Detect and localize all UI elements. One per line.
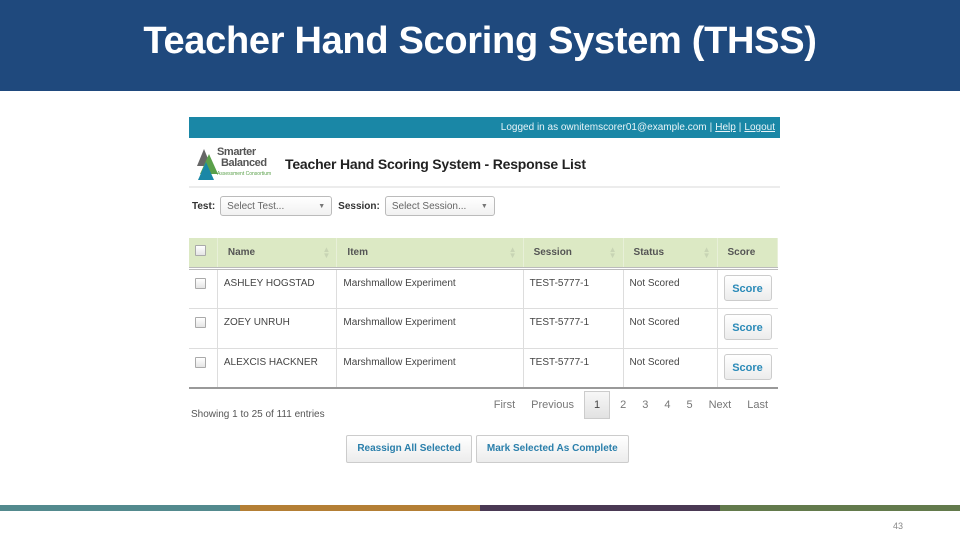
app-title: Teacher Hand Scoring System - Response L…: [285, 156, 586, 172]
pagination-previous[interactable]: Previous: [531, 399, 574, 411]
logout-link[interactable]: Logout: [744, 122, 775, 133]
pagination-first[interactable]: First: [494, 399, 515, 411]
sort-icon: ▲ ▼: [322, 245, 331, 260]
score-button[interactable]: Score: [723, 274, 772, 301]
footer-bar-orange: [240, 505, 480, 511]
footer-bar-teal: [0, 505, 240, 511]
smarter-balanced-logo: Smarter Balanced Assessment Consortium: [195, 146, 275, 182]
cell-name: ZOEY UNRUH: [217, 308, 338, 348]
slide-header: Teacher Hand Scoring System (THSS): [0, 0, 960, 91]
cell-session: TEST-5777-1: [523, 348, 624, 388]
test-label: Test:: [192, 200, 216, 212]
cell-item: Marshmallow Experiment: [336, 268, 524, 308]
cell-name: ASHLEY HOGSTAD: [217, 268, 338, 308]
row-checkbox[interactable]: [195, 356, 206, 368]
cell-status: Not Scored: [623, 308, 718, 348]
test-select[interactable]: Select Test... ▼: [220, 196, 333, 216]
footer-bar-purple: [480, 505, 720, 511]
column-header-name[interactable]: Name ▲ ▼: [217, 238, 338, 268]
app-screenshot: Logged in as ownitemscorer01@example.com…: [189, 117, 780, 487]
cell-item: Marshmallow Experiment: [336, 348, 524, 388]
separator: |: [738, 122, 742, 133]
logo-line-2: Balanced: [221, 157, 267, 169]
score-button[interactable]: Score: [723, 313, 772, 340]
cell-name: ALEXCIS HACKNER: [217, 348, 338, 388]
sort-icon: ▲ ▼: [508, 245, 517, 260]
cell-session: TEST-5777-1: [523, 308, 624, 348]
sort-icon: ▲ ▼: [608, 245, 617, 260]
footer-bar-green: [720, 505, 960, 511]
table-footer: Showing 1 to 25 of 111 entries First Pre…: [189, 389, 780, 421]
pagination-next[interactable]: Next: [709, 399, 732, 411]
cell-item: Marshmallow Experiment: [336, 308, 524, 348]
chevron-down-icon: ▼: [318, 202, 326, 210]
pagination-page-3[interactable]: 3: [642, 399, 648, 411]
session-select-value: Select Session...: [391, 200, 467, 212]
row-checkbox[interactable]: [195, 316, 206, 328]
logo-line-3: Assessment Consortium: [217, 171, 272, 177]
slide-title: Teacher Hand Scoring System (THSS): [143, 20, 817, 62]
separator: |: [709, 122, 713, 133]
select-all-cell: [189, 238, 218, 268]
entries-info: Showing 1 to 25 of 111 entries: [191, 409, 325, 420]
app-topbar: Logged in as ownitemscorer01@example.com…: [189, 117, 780, 138]
slide-number: 43: [893, 521, 904, 531]
pagination-page-1[interactable]: 1: [583, 391, 611, 419]
filters-bar: Test: Select Test... ▼ Session: Select S…: [189, 188, 780, 224]
pagination-page-4[interactable]: 4: [664, 399, 670, 411]
pagination-last[interactable]: Last: [747, 399, 768, 411]
table-header-row: Name ▲ ▼ Item ▲ ▼ Session ▲ ▼ Status ▲ ▼ Sco…: [189, 238, 778, 268]
table-row: ASHLEY HOGSTAD Marshmallow Experiment TE…: [189, 268, 778, 308]
logged-in-text: Logged in as ownitemscorer01@example.com: [500, 122, 707, 133]
pagination-page-2[interactable]: 2: [620, 399, 626, 411]
table-row: ZOEY UNRUH Marshmallow Experiment TEST-5…: [189, 308, 778, 348]
bulk-actions: Reassign All Selected Mark Selected As C…: [189, 435, 780, 463]
column-header-item[interactable]: Item ▲ ▼: [336, 238, 524, 268]
pagination: First Previous 1 2 3 4 5 Next Last: [486, 389, 776, 421]
help-link[interactable]: Help: [715, 122, 736, 133]
mark-selected-complete-button[interactable]: Mark Selected As Complete: [475, 435, 629, 463]
score-button[interactable]: Score: [723, 353, 772, 380]
session-label: Session:: [338, 200, 380, 212]
cell-session: TEST-5777-1: [523, 268, 624, 308]
chevron-down-icon: ▼: [480, 202, 488, 210]
cell-status: Not Scored: [623, 348, 718, 388]
session-select[interactable]: Select Session... ▼: [384, 196, 495, 216]
cell-status: Not Scored: [623, 268, 718, 308]
column-header-score: Score: [717, 238, 778, 268]
row-checkbox[interactable]: [195, 277, 206, 289]
select-all-checkbox[interactable]: [195, 245, 206, 257]
pagination-page-5[interactable]: 5: [686, 399, 692, 411]
sort-icon: ▲ ▼: [702, 245, 711, 260]
column-header-session[interactable]: Session ▲ ▼: [523, 238, 624, 268]
reassign-all-selected-button[interactable]: Reassign All Selected: [346, 435, 472, 463]
test-select-value: Select Test...: [227, 200, 285, 212]
response-table: Name ▲ ▼ Item ▲ ▼ Session ▲ ▼ Status ▲ ▼ Sco…: [189, 238, 778, 389]
column-header-status[interactable]: Status ▲ ▼: [623, 238, 718, 268]
table-row: ALEXCIS HACKNER Marshmallow Experiment T…: [189, 348, 778, 388]
brand-bar: Smarter Balanced Assessment Consortium T…: [189, 142, 780, 188]
